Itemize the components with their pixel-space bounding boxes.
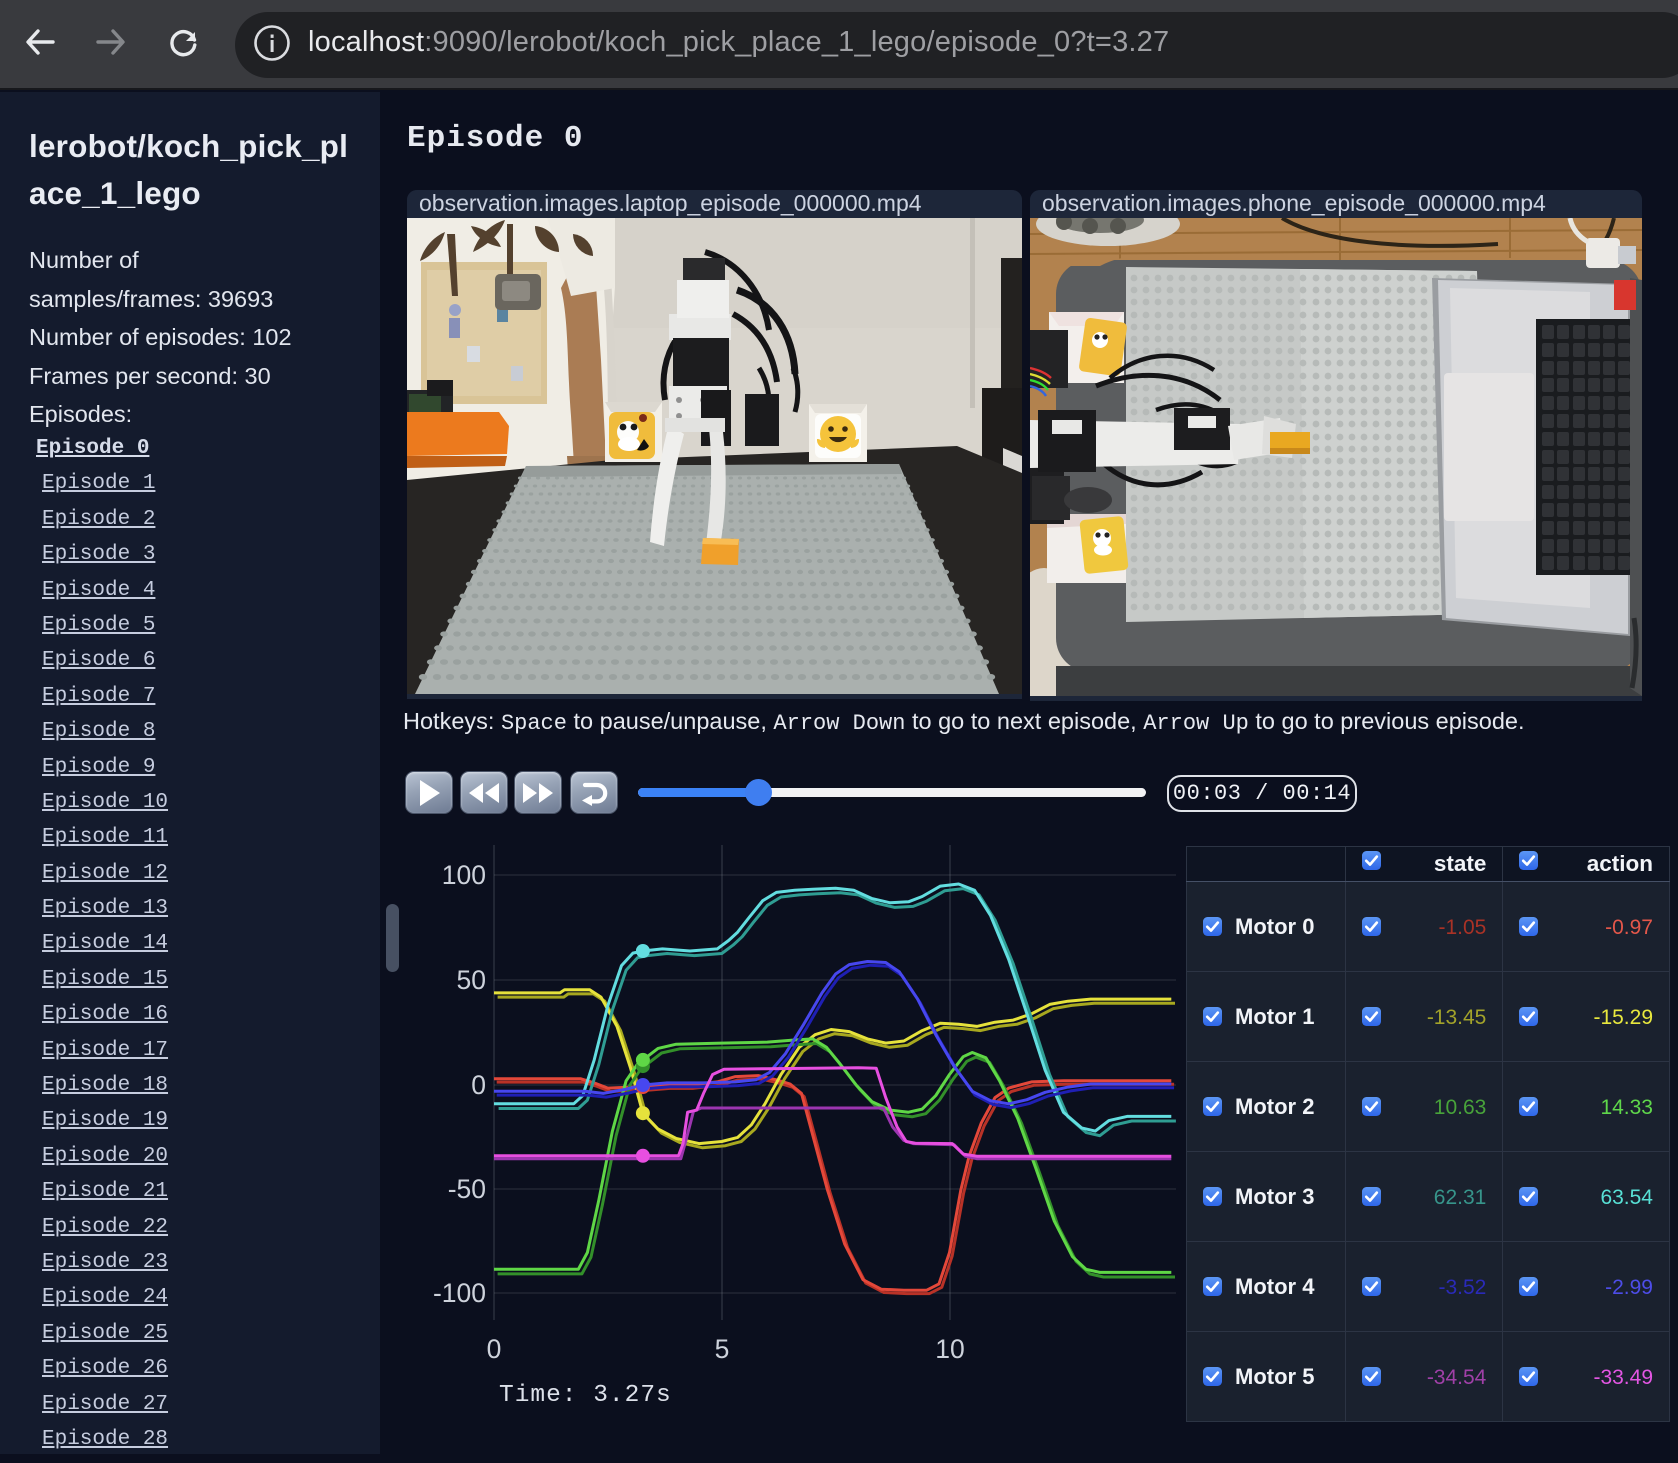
svg-text:0: 0 <box>471 1070 486 1100</box>
svg-text:5: 5 <box>715 1334 730 1364</box>
svg-text:50: 50 <box>457 965 486 995</box>
svg-text:10: 10 <box>935 1334 964 1364</box>
svg-text:100: 100 <box>442 860 486 890</box>
svg-text:0: 0 <box>487 1334 502 1364</box>
svg-text:-50: -50 <box>448 1174 486 1204</box>
svg-text:-100: -100 <box>433 1278 486 1308</box>
